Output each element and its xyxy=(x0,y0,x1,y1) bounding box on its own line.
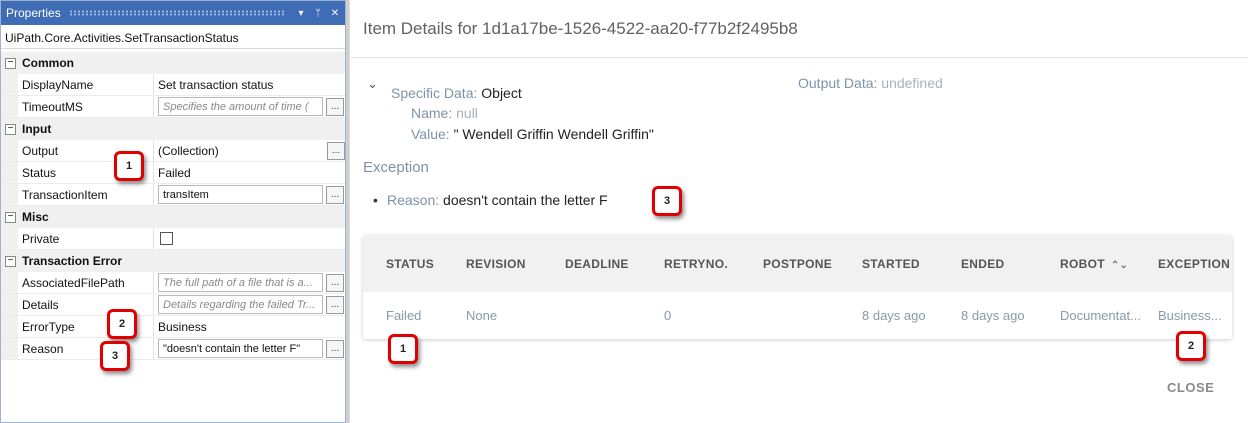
property-row-associatedfilepath: AssociatedFilePath The full path of a fi… xyxy=(1,272,345,294)
category-misc[interactable]: − Misc xyxy=(1,206,345,228)
table-row[interactable]: Failed None 0 8 days ago 8 days ago Docu… xyxy=(363,292,1232,339)
output-data-label: Output Data: xyxy=(798,75,878,91)
output-data-section: Output Data: undefined xyxy=(798,75,943,91)
callout-badge-1: 1 xyxy=(388,334,418,364)
properties-panel: Properties ▾ ᛘ ✕ UiPath.Core.Activities.… xyxy=(0,0,346,423)
property-name: TimeoutMS xyxy=(18,96,154,117)
callout-badge-3: 3 xyxy=(100,341,130,371)
specific-data-value: Object xyxy=(481,85,522,101)
column-header: DEADLINE xyxy=(565,257,629,271)
reason-value: doesn't contain the letter F xyxy=(443,192,608,208)
property-row-reason: Reason "doesn't contain the letter F" ..… xyxy=(1,338,345,360)
column-header: REVISION xyxy=(466,257,526,271)
dropdown-icon[interactable]: ▾ xyxy=(294,8,308,19)
column-header-label: ROBOT xyxy=(1060,257,1105,271)
cell-revision: None xyxy=(466,308,498,323)
value-label: Value: xyxy=(411,126,450,142)
name-label: Name: xyxy=(411,105,453,121)
cell-exception: Business... xyxy=(1158,308,1222,323)
callout-badge-2: 2 xyxy=(1176,331,1206,361)
category-label: Transaction Error xyxy=(22,254,123,268)
collapse-icon[interactable]: − xyxy=(5,211,16,223)
details-ellipsis-button[interactable]: ... xyxy=(326,295,344,314)
name-value: null xyxy=(456,105,478,121)
property-grid: − Common DisplayName Set transaction sta… xyxy=(1,52,345,360)
close-icon[interactable]: ✕ xyxy=(328,8,342,19)
collapse-icon[interactable]: − xyxy=(5,255,16,267)
category-common[interactable]: − Common xyxy=(1,52,345,74)
callout-badge-1: 1 xyxy=(114,151,144,181)
status-value[interactable]: Failed xyxy=(158,166,191,180)
exception-heading: Exception xyxy=(363,159,429,176)
output-data-value: undefined xyxy=(881,75,943,91)
value-value: " Wendell Griffin Wendell Griffin" xyxy=(453,126,654,142)
property-name: AssociatedFilePath xyxy=(18,272,154,293)
cell-status: Failed xyxy=(386,308,422,323)
associatedfilepath-input[interactable]: The full path of a file that is a... xyxy=(158,273,323,292)
category-transaction-error[interactable]: − Transaction Error xyxy=(1,250,345,272)
timeout-ellipsis-button[interactable]: ... xyxy=(326,97,344,116)
chevron-down-icon[interactable]: ⌄ xyxy=(367,76,378,92)
close-button[interactable]: CLOSE xyxy=(1167,380,1214,395)
property-name: Private xyxy=(18,228,154,249)
column-header: ENDED xyxy=(961,257,1005,271)
column-header: RETRYNO. xyxy=(664,257,728,271)
details-input[interactable]: Details regarding the failed Tr... xyxy=(158,295,323,314)
titlebar-grip[interactable] xyxy=(68,10,286,16)
transactionitem-ellipsis-button[interactable]: ... xyxy=(326,185,344,204)
reason-ellipsis-button[interactable]: ... xyxy=(326,339,344,358)
associatedfilepath-ellipsis-button[interactable]: ... xyxy=(326,273,344,292)
output-value[interactable]: (Collection) xyxy=(158,144,324,158)
column-header: STARTED xyxy=(862,257,920,271)
transactionitem-input[interactable]: transItem xyxy=(158,185,323,204)
property-row-timeout: TimeoutMS Specifies the amount of time (… xyxy=(1,96,345,118)
item-history-table: STATUS REVISION DEADLINE RETRYNO. POSTPO… xyxy=(363,235,1232,339)
cell-robot: Documentat... xyxy=(1060,308,1141,323)
dialog-title: Item Details for 1d1a17be-1526-4522-aa20… xyxy=(350,0,1248,58)
property-name: TransactionItem xyxy=(18,184,154,205)
sort-icon[interactable]: ⌃⌄ xyxy=(1111,260,1128,271)
reason-label: Reason: xyxy=(387,192,440,208)
bullet: • xyxy=(373,192,378,208)
callout-badge-3: 3 xyxy=(652,186,682,216)
item-details-dialog: Item Details for 1d1a17be-1526-4522-aa20… xyxy=(349,0,1248,423)
property-row-status: Status Failed xyxy=(1,162,345,184)
column-header: EXCEPTION xyxy=(1158,257,1231,271)
collapse-icon[interactable]: − xyxy=(5,57,16,69)
category-label: Input xyxy=(22,122,52,136)
property-row-displayname: DisplayName Set transaction status xyxy=(1,74,345,96)
exception-reason: • Reason: doesn't contain the letter F xyxy=(373,192,608,208)
table-header: STATUS REVISION DEADLINE RETRYNO. POSTPO… xyxy=(363,235,1232,292)
collapse-icon[interactable]: − xyxy=(5,123,16,135)
output-ellipsis-button[interactable]: ... xyxy=(327,141,345,160)
activity-type-label: UiPath.Core.Activities.SetTransactionSta… xyxy=(1,27,345,49)
pin-icon[interactable]: ᛘ xyxy=(311,8,325,19)
specific-data-label: Specific Data: xyxy=(391,85,478,101)
cell-ended: 8 days ago xyxy=(961,308,1025,323)
private-checkbox[interactable] xyxy=(160,232,173,245)
category-input[interactable]: − Input xyxy=(1,118,345,140)
callout-badge-2: 2 xyxy=(107,309,137,339)
property-row-private: Private xyxy=(1,228,345,250)
column-header: POSTPONE xyxy=(763,257,833,271)
timeout-input[interactable]: Specifies the amount of time ( xyxy=(158,97,323,116)
properties-title: Properties xyxy=(6,6,61,20)
column-header-robot[interactable]: ROBOT ⌃⌄ xyxy=(1060,257,1150,271)
properties-titlebar: Properties ▾ ᛘ ✕ xyxy=(1,1,345,25)
property-row-details: Details Details regarding the failed Tr.… xyxy=(1,294,345,316)
property-row-errortype: ErrorType Business xyxy=(1,316,345,338)
cell-retryno: 0 xyxy=(664,308,672,323)
cell-started: 8 days ago xyxy=(862,308,926,323)
property-row-transactionitem: TransactionItem transItem ... xyxy=(1,184,345,206)
category-label: Misc xyxy=(22,210,49,224)
property-name: Reason xyxy=(18,338,154,359)
column-header: STATUS xyxy=(386,257,435,271)
reason-input[interactable]: "doesn't contain the letter F" xyxy=(158,339,323,358)
category-label: Common xyxy=(22,56,74,70)
property-name: DisplayName xyxy=(18,74,154,95)
property-row-output: Output (Collection) ... xyxy=(1,140,345,162)
displayname-value[interactable]: Set transaction status xyxy=(158,78,273,92)
errortype-value[interactable]: Business xyxy=(158,320,207,334)
